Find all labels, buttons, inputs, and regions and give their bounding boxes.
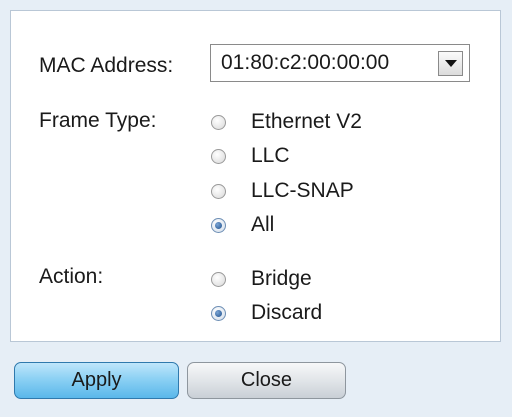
radio-label: Discard: [251, 301, 323, 324]
radio-circle-icon[interactable]: [211, 148, 226, 164]
radio-label: LLC-SNAP: [251, 179, 354, 202]
radio-label: All: [251, 213, 275, 236]
chevron-down-icon: [444, 59, 457, 67]
radio-selected-icon[interactable]: [211, 305, 226, 321]
radio-action-discard[interactable]: Discard: [211, 299, 322, 327]
radio-circle-icon[interactable]: [211, 114, 226, 130]
mac-address-select[interactable]: 01:80:c2:00:00:00: [210, 44, 470, 82]
mac-address-label: MAC Address:: [39, 54, 174, 77]
radio-label: Ethernet V2: [251, 110, 362, 133]
radio-selected-icon[interactable]: [211, 217, 226, 233]
radio-label: LLC: [251, 144, 290, 167]
radio-circle-icon[interactable]: [211, 183, 226, 199]
radio-frame-llc[interactable]: LLC: [211, 142, 290, 170]
close-button[interactable]: Close: [187, 362, 346, 399]
radio-label: Bridge: [251, 267, 312, 290]
radio-frame-all[interactable]: All: [211, 211, 274, 239]
frame-type-label: Frame Type:: [39, 109, 157, 132]
dropdown-button[interactable]: [438, 50, 463, 76]
radio-frame-llc-snap[interactable]: LLC-SNAP: [211, 177, 354, 205]
mac-address-value: 01:80:c2:00:00:00: [221, 51, 390, 74]
radio-action-bridge[interactable]: Bridge: [211, 265, 312, 293]
apply-button[interactable]: Apply: [14, 362, 179, 399]
action-label: Action:: [39, 265, 104, 288]
radio-frame-ethernet-v2[interactable]: Ethernet V2: [211, 108, 362, 136]
radio-circle-icon[interactable]: [211, 271, 226, 287]
form-panel: MAC Address: 01:80:c2:00:00:00 Frame Typ…: [10, 10, 501, 342]
